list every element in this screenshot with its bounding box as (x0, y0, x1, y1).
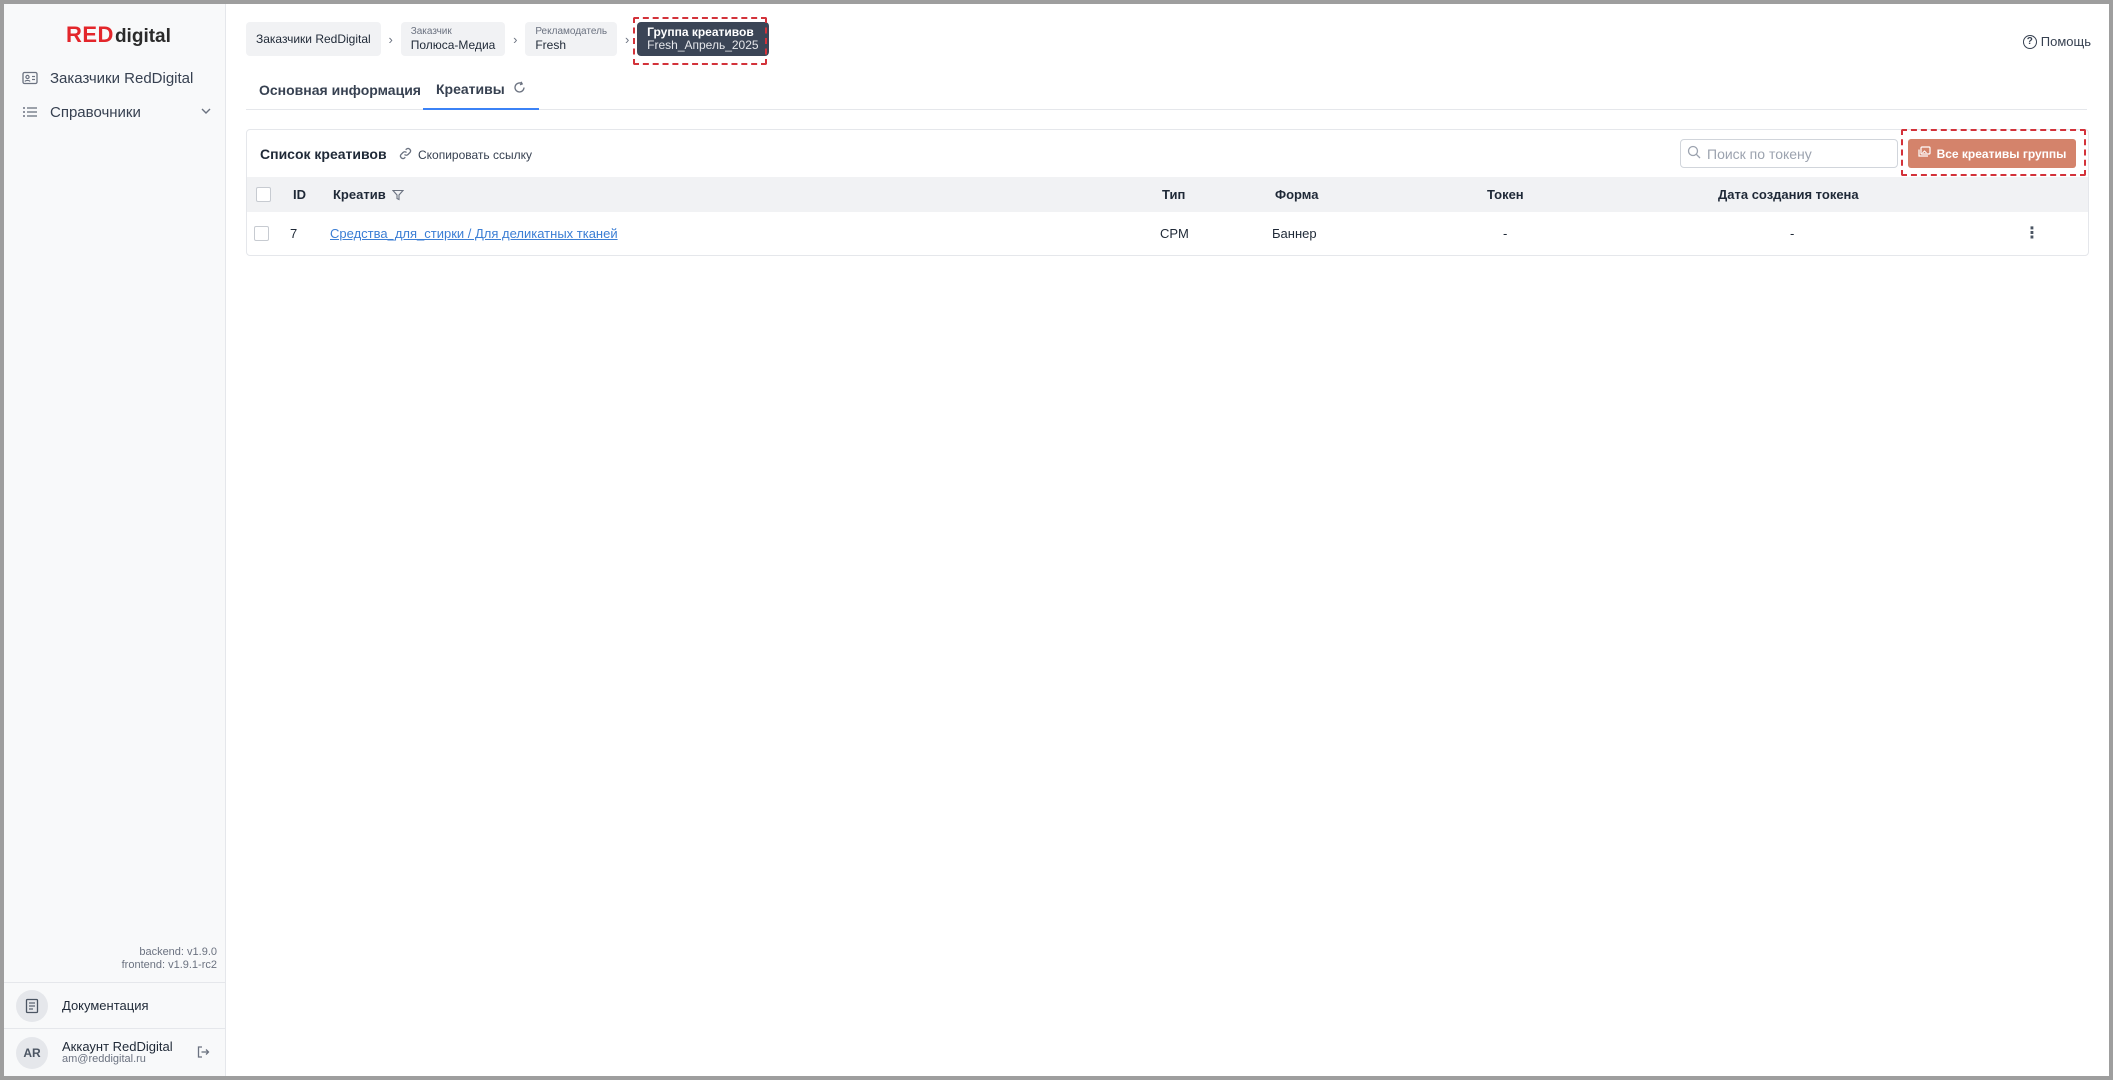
table-header: ID Креатив Тип Форма Токен Дата создания… (247, 177, 2088, 212)
copy-link-label: Скопировать ссылку (418, 148, 533, 162)
account-email: am@reddigital.ru (62, 1052, 146, 1065)
breadcrumb-caption: Группа креативов (647, 25, 754, 39)
tab-bar: Основная информация Креативы (246, 70, 2087, 110)
cell-form: Баннер (1272, 225, 1317, 241)
breadcrumb-creative-group[interactable]: Группа креативов Fresh_Апрель_2025 (637, 22, 769, 56)
breadcrumb-value: Fresh_Апрель_2025 (647, 38, 759, 52)
breadcrumb-customers[interactable]: Заказчики RedDigital (246, 22, 381, 56)
tab-creatives[interactable]: Креативы (423, 70, 539, 110)
refresh-icon[interactable] (513, 81, 526, 97)
token-search[interactable] (1680, 139, 1898, 168)
tab-main-info[interactable]: Основная информация (259, 70, 421, 110)
breadcrumb: Заказчики RedDigital › Заказчик Полюса-М… (246, 22, 769, 56)
logout-icon[interactable] (196, 1045, 210, 1062)
breadcrumb-value: Заказчики RedDigital (256, 32, 371, 46)
chevron-right-icon: › (624, 31, 630, 47)
list-icon (20, 102, 40, 122)
tab-label: Креативы (436, 81, 505, 97)
question-icon: ? (2022, 34, 2037, 49)
breadcrumb-value: Полюса-Медиа (410, 38, 496, 52)
version-info: backend: v1.9.0 frontend: v1.9.1-rc2 (122, 946, 217, 972)
creatives-list-card: Список креативов Скопировать ссылку Все … (246, 129, 2089, 256)
reddigital-logo[interactable]: RED digital (66, 22, 171, 52)
filter-icon[interactable] (391, 189, 404, 201)
frontend-version: frontend: v1.9.1-rc2 (121, 959, 217, 971)
sidebar: RED digital Заказчики RedDigital Справоч… (4, 4, 226, 1076)
chevron-right-icon: › (388, 31, 393, 47)
breadcrumb-advertiser[interactable]: Рекламодатель Fresh (525, 22, 618, 56)
avatar[interactable]: AR (16, 1036, 48, 1069)
documentation-link[interactable]: Документация (4, 982, 226, 1028)
id-card-icon (20, 68, 40, 88)
all-creatives-button[interactable]: Все креативы группы (1908, 139, 2076, 168)
copy-link-button[interactable]: Скопировать ссылку (399, 147, 532, 163)
row-checkbox[interactable] (254, 225, 269, 241)
column-creative[interactable]: Креатив (333, 177, 404, 212)
book-icon (16, 989, 48, 1022)
account-panel: AR Аккаунт RedDigital am@reddigital.ru (4, 1028, 226, 1076)
column-creative-label: Креатив (333, 187, 386, 202)
cell-token: - (1503, 225, 1508, 241)
column-type[interactable]: Тип (1162, 177, 1185, 212)
column-token[interactable]: Токен (1487, 177, 1524, 212)
cell-id: 7 (290, 225, 298, 241)
gallery-icon (1917, 146, 1931, 161)
link-icon (399, 147, 412, 163)
sidebar-item-label: Справочники (50, 103, 141, 121)
more-vertical-icon[interactable]: ⋮ (2024, 223, 2040, 243)
breadcrumb-value: Fresh (535, 38, 567, 52)
chevron-right-icon: › (513, 31, 518, 47)
search-input[interactable] (1707, 145, 1887, 162)
help-link[interactable]: ? Помощь (2022, 34, 2091, 49)
cell-token-date: - (1790, 225, 1795, 241)
breadcrumb-caption: Рекламодатель (535, 26, 608, 37)
column-id[interactable]: ID (293, 177, 306, 212)
account-name: Аккаунт RedDigital (62, 1038, 173, 1054)
tab-label: Основная информация (259, 82, 421, 98)
all-creatives-label: Все креативы группы (1936, 146, 2067, 161)
sidebar-item-directories[interactable]: Справочники (20, 99, 212, 125)
chevron-down-icon[interactable] (200, 104, 212, 121)
breadcrumb-customer[interactable]: Заказчик Полюса-Медиа (400, 22, 506, 56)
select-all-checkbox[interactable] (256, 187, 271, 202)
sidebar-item-customers[interactable]: Заказчики RedDigital (20, 65, 212, 91)
logo-digital-text: digital (114, 26, 171, 47)
list-title: Список креативов (260, 146, 387, 162)
breadcrumb-caption: Заказчик (410, 26, 452, 37)
creative-link[interactable]: Средства_для_стирки / Для деликатных тка… (330, 226, 618, 241)
backend-version: backend: v1.9.0 (139, 946, 217, 958)
sidebar-item-label: Заказчики RedDigital (50, 69, 194, 87)
column-form[interactable]: Форма (1275, 177, 1318, 212)
help-label: Помощь (2040, 34, 2091, 49)
logo-red-text: RED (66, 22, 114, 47)
search-icon (1687, 145, 1701, 162)
documentation-label: Документация (62, 998, 149, 1013)
table-row: 7 Средства_для_стирки / Для деликатных т… (247, 212, 2088, 254)
column-token-date[interactable]: Дата создания токена (1718, 177, 1859, 212)
cell-type: CPM (1160, 225, 1189, 241)
